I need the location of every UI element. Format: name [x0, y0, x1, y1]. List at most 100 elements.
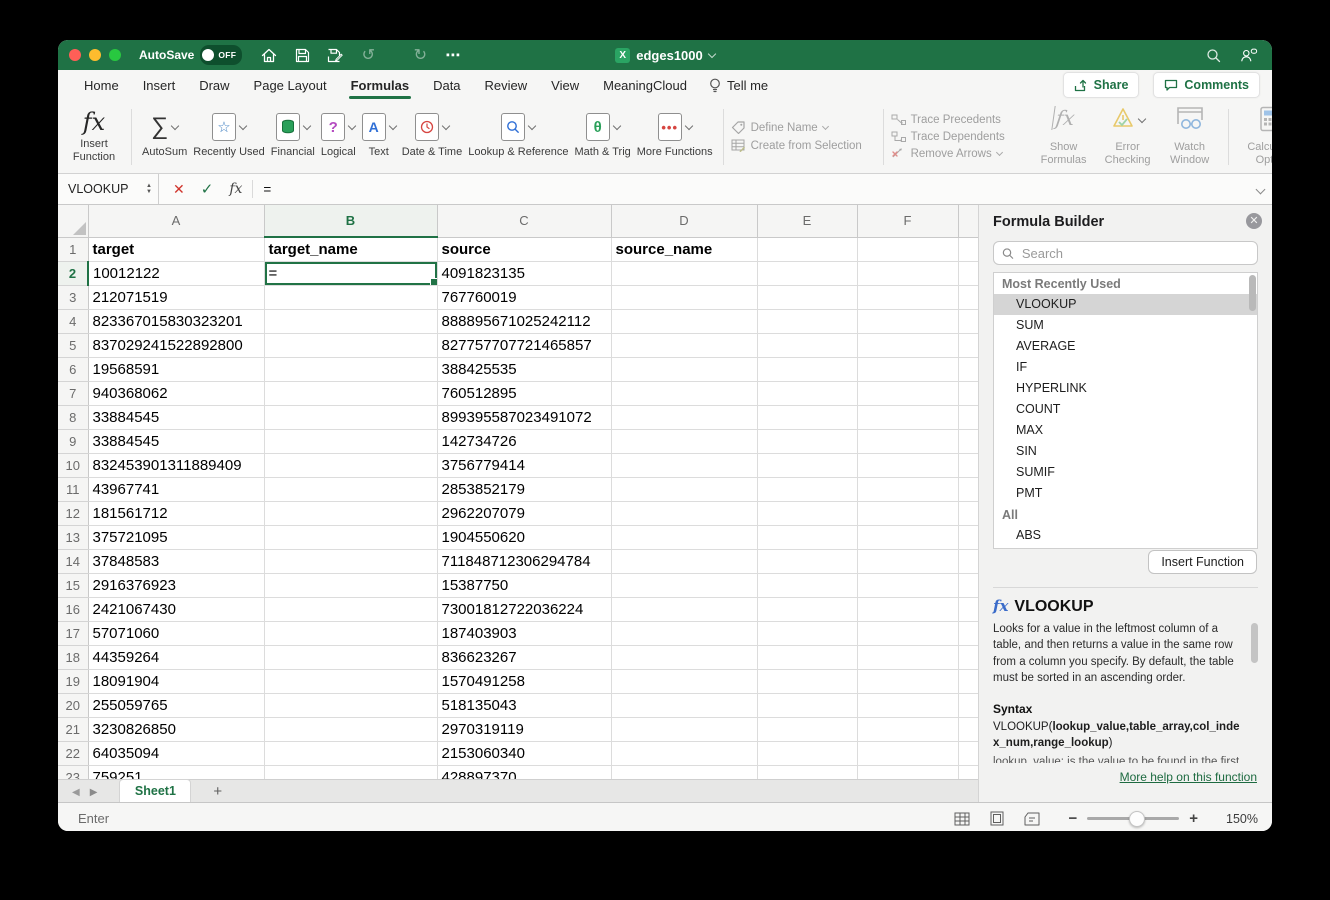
cancel-entry-icon[interactable]: ✕ [173, 181, 185, 198]
cell-C3[interactable]: 767760019 [437, 285, 611, 309]
row-header-14[interactable]: 14 [58, 549, 88, 573]
cell-G10[interactable] [958, 453, 978, 477]
function-item-sum[interactable]: SUM [994, 315, 1257, 336]
cell-E6[interactable] [757, 357, 857, 381]
autosum-button[interactable]: ∑ AutoSum [139, 113, 190, 159]
col-header-B[interactable]: B [264, 205, 437, 237]
col-header-D[interactable]: D [611, 205, 757, 237]
cell-E2[interactable] [757, 261, 857, 285]
cell-G1[interactable] [958, 237, 978, 261]
cell-B8[interactable] [264, 405, 437, 429]
insert-function-fx-icon[interactable]: fx [229, 181, 242, 197]
function-item-hyperlink[interactable]: HYPERLINK [994, 378, 1257, 399]
cell-F9[interactable] [857, 429, 958, 453]
row-header-8[interactable]: 8 [58, 405, 88, 429]
presence-contacts-icon[interactable] [1240, 46, 1258, 64]
cell-C16[interactable]: 73001812722036224 [437, 597, 611, 621]
date-time-button[interactable]: Date & Time [399, 113, 466, 159]
cell-G12[interactable] [958, 501, 978, 525]
text-button[interactable]: A Text [359, 113, 399, 159]
cell-A17[interactable]: 57071060 [88, 621, 264, 645]
cell-A1[interactable]: target [88, 237, 264, 261]
cell-D16[interactable] [611, 597, 757, 621]
cell-F5[interactable] [857, 333, 958, 357]
row-header-4[interactable]: 4 [58, 309, 88, 333]
cell-G3[interactable] [958, 285, 978, 309]
cell-E4[interactable] [757, 309, 857, 333]
cell-B3[interactable] [264, 285, 437, 309]
comments-button[interactable]: Comments [1153, 72, 1260, 98]
define-name-button[interactable]: Define Name [731, 121, 876, 134]
financial-button[interactable]: Financial [268, 113, 318, 159]
function-item-pmt[interactable]: PMT [994, 483, 1257, 504]
cell-A8[interactable]: 33884545 [88, 405, 264, 429]
insert-function-button[interactable]: fx Insert Function [64, 109, 124, 164]
tab-formulas[interactable]: Formulas [339, 70, 422, 100]
cell-F14[interactable] [857, 549, 958, 573]
cell-D11[interactable] [611, 477, 757, 501]
cell-B1[interactable]: target_name [264, 237, 437, 261]
cell-F6[interactable] [857, 357, 958, 381]
sheet-tab-sheet1[interactable]: Sheet1 [119, 779, 191, 802]
cell-C18[interactable]: 836623267 [437, 645, 611, 669]
row-header-11[interactable]: 11 [58, 477, 88, 501]
cell-C4[interactable]: 888895671025242112 [437, 309, 611, 333]
zoom-out-button[interactable]: − [1068, 810, 1077, 827]
next-sheet-icon[interactable]: ▶ [90, 787, 98, 798]
cell-F19[interactable] [857, 669, 958, 693]
cell-D6[interactable] [611, 357, 757, 381]
cell-D1[interactable]: source_name [611, 237, 757, 261]
cell-C15[interactable]: 15387750 [437, 573, 611, 597]
zoom-window-button[interactable] [109, 49, 121, 61]
cell-C7[interactable]: 760512895 [437, 381, 611, 405]
cell-E22[interactable] [757, 741, 857, 765]
cell-B13[interactable] [264, 525, 437, 549]
row-header-9[interactable]: 9 [58, 429, 88, 453]
col-header-C[interactable]: C [437, 205, 611, 237]
page-layout-view-icon[interactable] [988, 810, 1005, 827]
more-commands-icon[interactable]: ⋯ [444, 46, 462, 64]
cell-G21[interactable] [958, 717, 978, 741]
cell-A14[interactable]: 37848583 [88, 549, 264, 573]
tab-review[interactable]: Review [473, 70, 540, 100]
cell-B4[interactable] [264, 309, 437, 333]
calculation-options-button[interactable]: Calculation Options [1236, 106, 1272, 167]
cell-G16[interactable] [958, 597, 978, 621]
cell-D4[interactable] [611, 309, 757, 333]
cell-G2[interactable] [958, 261, 978, 285]
cell-B21[interactable] [264, 717, 437, 741]
search-input[interactable] [1020, 245, 1249, 262]
cell-E8[interactable] [757, 405, 857, 429]
row-header-1[interactable]: 1 [58, 237, 88, 261]
cell-C21[interactable]: 2970319119 [437, 717, 611, 741]
name-box-stepper[interactable]: ▲▼ [146, 184, 152, 195]
row-header-15[interactable]: 15 [58, 573, 88, 597]
cell-A9[interactable]: 33884545 [88, 429, 264, 453]
cell-C17[interactable]: 187403903 [437, 621, 611, 645]
cell-C2[interactable]: 4091823135 [437, 261, 611, 285]
search-icon[interactable] [1204, 46, 1222, 64]
cell-C5[interactable]: 827757707721465857 [437, 333, 611, 357]
home-icon[interactable] [260, 46, 278, 64]
formula-bar-expand-icon[interactable] [1256, 185, 1266, 195]
cell-E11[interactable] [757, 477, 857, 501]
cell-D8[interactable] [611, 405, 757, 429]
cell-D10[interactable] [611, 453, 757, 477]
cell-B18[interactable] [264, 645, 437, 669]
cell-B20[interactable] [264, 693, 437, 717]
function-item-sumif[interactable]: SUMIF [994, 462, 1257, 483]
cell-F15[interactable] [857, 573, 958, 597]
formula-input[interactable]: = [253, 182, 271, 197]
cell-A16[interactable]: 2421067430 [88, 597, 264, 621]
cell-F3[interactable] [857, 285, 958, 309]
cell-E18[interactable] [757, 645, 857, 669]
function-search-box[interactable] [993, 241, 1258, 265]
cell-A21[interactable]: 3230826850 [88, 717, 264, 741]
cell-D15[interactable] [611, 573, 757, 597]
cell-C10[interactable]: 3756779414 [437, 453, 611, 477]
cell-F4[interactable] [857, 309, 958, 333]
share-button[interactable]: Share [1063, 72, 1140, 98]
cell-E19[interactable] [757, 669, 857, 693]
cell-F22[interactable] [857, 741, 958, 765]
cell-B12[interactable] [264, 501, 437, 525]
